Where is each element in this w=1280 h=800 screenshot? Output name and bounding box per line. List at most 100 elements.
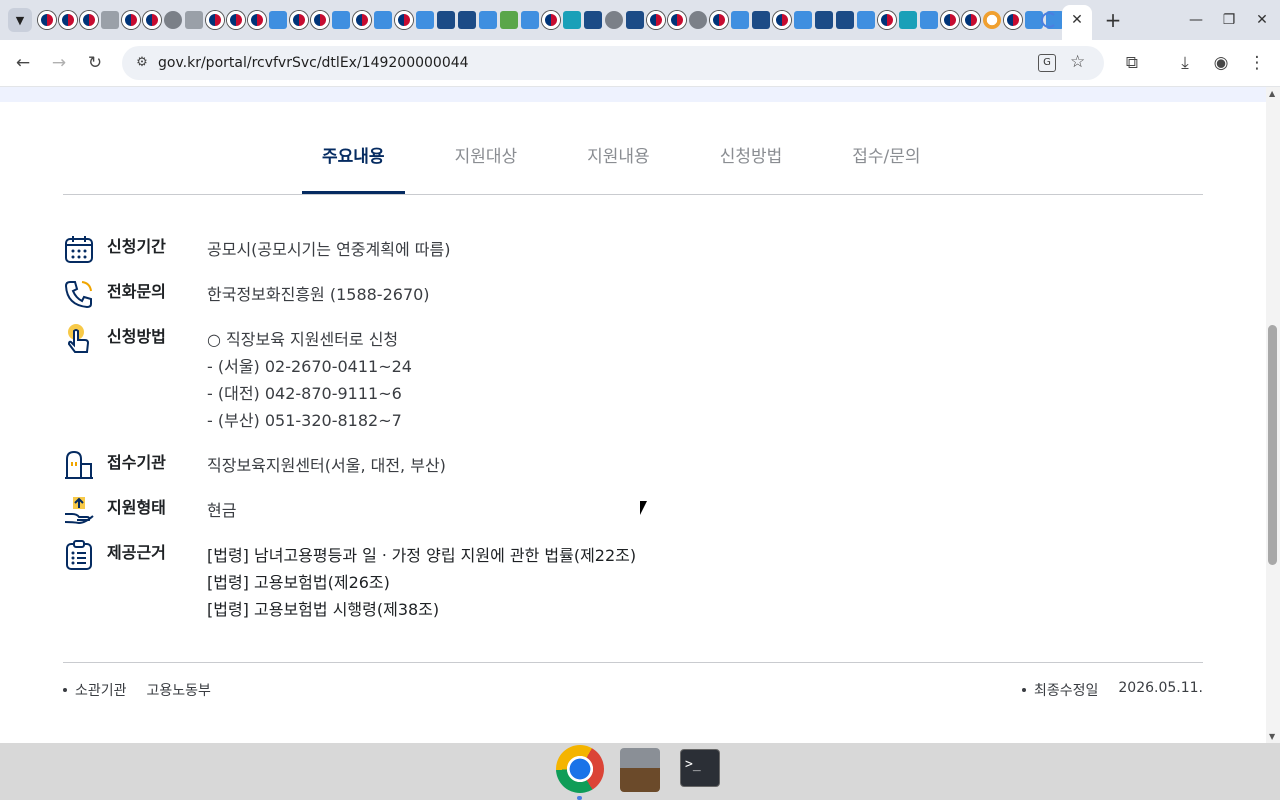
site-favicon[interactable]	[899, 11, 917, 29]
gov-favicon[interactable]	[878, 11, 896, 29]
site-favicon[interactable]	[437, 11, 455, 29]
extensions-icon[interactable]: ⧉	[1120, 51, 1144, 75]
gov-favicon[interactable]	[311, 11, 329, 29]
gov-favicon[interactable]	[122, 11, 140, 29]
site-favicon[interactable]	[479, 11, 497, 29]
law-link[interactable]: [법령] 고용보험법(제26조)	[207, 569, 636, 596]
gov-favicon[interactable]	[248, 11, 266, 29]
gov-favicon[interactable]	[59, 11, 77, 29]
globe-favicon[interactable]	[605, 11, 623, 29]
header-band	[0, 87, 1266, 102]
page-scrollbar[interactable]: ▲ ▼	[1266, 87, 1280, 743]
active-tab[interactable]: ✕	[1041, 5, 1092, 40]
new-tab-button[interactable]: +	[1103, 8, 1123, 32]
gov-favicon[interactable]	[80, 11, 98, 29]
site-favicon[interactable]	[332, 11, 350, 29]
gov-favicon[interactable]	[1004, 11, 1022, 29]
tab-target[interactable]: 지원대상	[435, 127, 538, 194]
gov-favicon[interactable]	[143, 11, 161, 29]
site-favicon[interactable]	[416, 11, 434, 29]
gov-favicon[interactable]	[542, 11, 560, 29]
site-favicon[interactable]	[857, 11, 875, 29]
close-window-icon[interactable]: ✕	[1252, 10, 1272, 30]
site-favicon[interactable]	[374, 11, 392, 29]
gov-favicon[interactable]	[710, 11, 728, 29]
tab-main-content[interactable]: 주요내용	[302, 127, 405, 194]
scroll-up-icon[interactable]: ▲	[1269, 89, 1275, 98]
hand-money-icon	[64, 497, 94, 525]
site-info-icon[interactable]: ⚙	[134, 55, 150, 71]
info-row-type: 지원형태 현금	[63, 494, 1203, 525]
info-value: 직장보육지원센터(서울, 대전, 부산)	[207, 456, 446, 475]
tab-search-button[interactable]: ▼	[8, 8, 32, 32]
reload-icon[interactable]: ↻	[83, 51, 107, 75]
law-link[interactable]: [법령] 남녀고용평등과 일ㆍ가정 양립 지원에 관한 법률(제22조)	[207, 542, 636, 569]
gov-favicon[interactable]	[38, 11, 56, 29]
agency-label: 소관기관	[75, 683, 127, 699]
page-favicon[interactable]	[185, 11, 203, 29]
gov-favicon[interactable]	[227, 11, 245, 29]
site-favicon[interactable]	[269, 11, 287, 29]
gov-favicon[interactable]	[290, 11, 308, 29]
site-favicon[interactable]	[815, 11, 833, 29]
site-favicon[interactable]	[731, 11, 749, 29]
page-favicon[interactable]	[101, 11, 119, 29]
profile-icon[interactable]: ◉	[1209, 51, 1233, 75]
scroll-thumb[interactable]	[1268, 325, 1277, 565]
method-line: - (대전) 042-870-9111~6	[207, 384, 402, 403]
bookmark-star-icon[interactable]: ☆	[1070, 52, 1085, 72]
site-favicon[interactable]	[458, 11, 476, 29]
site-favicon[interactable]	[521, 11, 539, 29]
hand-pointer-icon	[67, 324, 90, 353]
page-viewport: 주요내용 지원대상 지원내용 신청방법 접수/문의 신청기간 공모시(공모시기는…	[0, 87, 1266, 743]
method-line: ○ 직장보육 지원센터로 신청	[207, 330, 399, 349]
info-label: 전화문의	[107, 282, 166, 301]
maximize-icon[interactable]: ❐	[1219, 10, 1239, 30]
address-bar[interactable]: ⚙ gov.kr/portal/rcvfvrSvc/dtlEx/14920000…	[122, 46, 1104, 80]
browser-toolbar: ← → ↻ ⚙ gov.kr/portal/rcvfvrSvc/dtlEx/14…	[0, 40, 1280, 87]
building-icon	[65, 450, 93, 479]
gov-favicon[interactable]	[941, 11, 959, 29]
site-favicon[interactable]	[626, 11, 644, 29]
tab-apply-method[interactable]: 신청방법	[700, 127, 803, 194]
law-link[interactable]: [법령] 고용보험법 시행령(제38조)	[207, 596, 636, 623]
site-favicon[interactable]	[584, 11, 602, 29]
phone-icon	[64, 281, 92, 309]
gov-favicon[interactable]	[647, 11, 665, 29]
info-value-lines: ○ 직장보육 지원센터로 신청 - (서울) 02-2670-0411~24 -…	[207, 326, 412, 434]
gov-favicon[interactable]	[773, 11, 791, 29]
globe-favicon[interactable]	[164, 11, 182, 29]
close-tab-icon[interactable]: ✕	[1070, 13, 1084, 27]
minimize-icon[interactable]: —	[1186, 10, 1206, 30]
site-favicon[interactable]	[563, 11, 581, 29]
scroll-down-icon[interactable]: ▼	[1269, 732, 1275, 741]
site-favicon[interactable]	[500, 11, 518, 29]
gov-favicon[interactable]	[962, 11, 980, 29]
globe-favicon[interactable]	[689, 11, 707, 29]
menu-icon[interactable]: ⋮	[1245, 51, 1269, 75]
forward-icon[interactable]: →	[47, 51, 71, 75]
tab-strip: ▼ ✕ + — ❐ ✕	[0, 0, 1280, 40]
info-value: 공모시(공모시기는 연중계획에 따름)	[207, 240, 451, 259]
gov-favicon[interactable]	[353, 11, 371, 29]
site-favicon[interactable]	[752, 11, 770, 29]
site-favicon[interactable]	[794, 11, 812, 29]
translate-icon[interactable]: G	[1038, 54, 1056, 72]
files-icon[interactable]	[620, 748, 660, 792]
tab-contact[interactable]: 접수/문의	[832, 127, 940, 194]
site-favicon[interactable]	[920, 11, 938, 29]
url-text[interactable]: gov.kr/portal/rcvfvrSvc/dtlEx/1492000000…	[158, 54, 469, 72]
gov-favicon[interactable]	[668, 11, 686, 29]
tab-support-content[interactable]: 지원내용	[567, 127, 670, 194]
site-favicon[interactable]	[836, 11, 854, 29]
site-favicon[interactable]	[983, 11, 1001, 29]
back-icon[interactable]: ←	[11, 51, 35, 75]
chrome-icon[interactable]	[556, 745, 604, 793]
terminal-icon[interactable]: >_	[680, 749, 720, 787]
footer-divider	[63, 662, 1203, 663]
info-label: 지원형태	[107, 498, 166, 517]
gov-favicon[interactable]	[206, 11, 224, 29]
gov-favicon[interactable]	[395, 11, 413, 29]
info-label: 신청방법	[107, 327, 166, 346]
download-icon[interactable]: ⤓	[1173, 51, 1197, 75]
